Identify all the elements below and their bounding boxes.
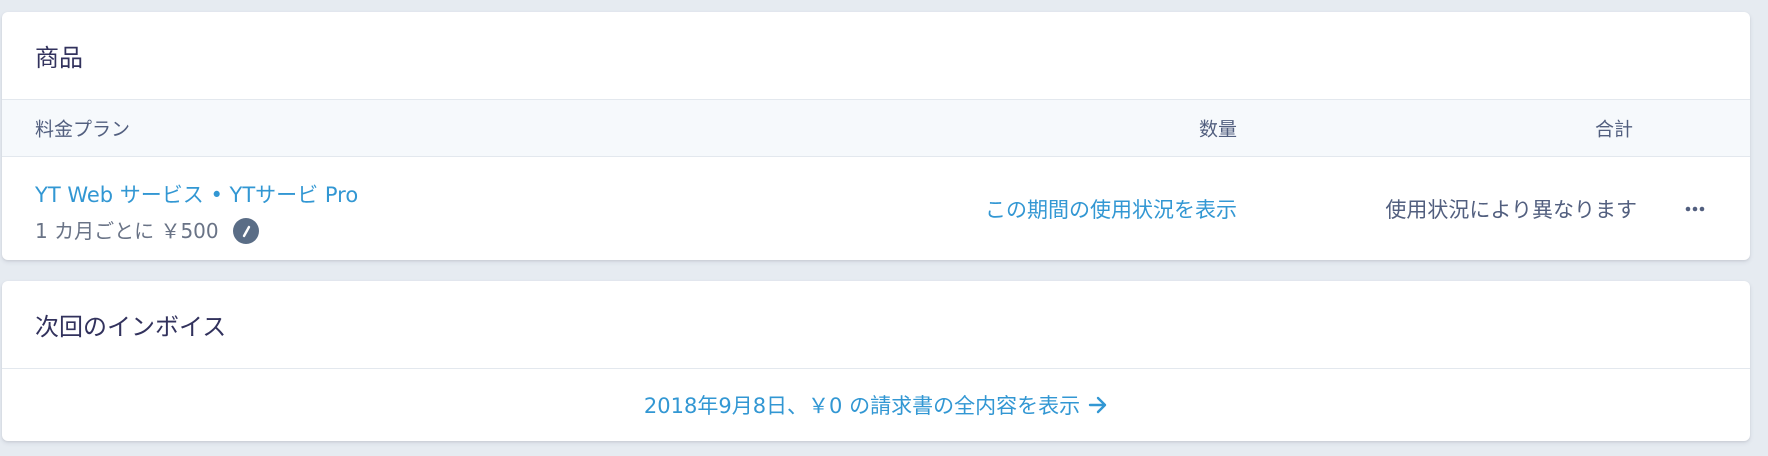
- speedometer-icon: [232, 218, 259, 244]
- products-title: 商品: [35, 44, 83, 72]
- arrow-right-icon: [1088, 396, 1107, 414]
- next-invoice-card: 次回のインボイス 2018年9月8日、￥0 の請求書の全内容を表示: [2, 281, 1750, 441]
- column-header-plan: 料金プラン: [35, 118, 131, 141]
- plan-price: 1 カ月ごとに ￥500: [35, 214, 259, 244]
- products-table-header: 料金プラン 数量 合計: [2, 99, 1750, 157]
- view-full-invoice-label: 2018年9月8日、￥0 の請求書の全内容を表示: [643, 394, 1081, 418]
- more-options-button[interactable]: [1680, 197, 1710, 221]
- column-header-total: 合計: [1594, 118, 1633, 141]
- total-value: 使用状況により異なります: [1385, 197, 1637, 222]
- table-row: YT Web サービス • YTサービ Pro 1 カ月ごとに ￥500 この期…: [2, 157, 1750, 260]
- plan-name-link[interactable]: YT Web サービス • YTサービ Pro: [35, 179, 358, 209]
- column-header-quantity: 数量: [1198, 118, 1237, 141]
- next-invoice-body: 2018年9月8日、￥0 の請求書の全内容を表示: [2, 368, 1750, 441]
- view-full-invoice-link[interactable]: 2018年9月8日、￥0 の請求書の全内容を表示: [644, 390, 1108, 420]
- products-card: 商品 料金プラン 数量 合計 YT Web サービス • YTサービ Pro 1…: [2, 12, 1750, 260]
- plan-price-text: 1 カ月ごとに ￥500: [35, 218, 219, 243]
- view-usage-link[interactable]: この期間の使用状況を表示: [985, 194, 1237, 224]
- next-invoice-title: 次回のインボイス: [35, 313, 227, 341]
- more-horizontal-icon: [1685, 206, 1705, 211]
